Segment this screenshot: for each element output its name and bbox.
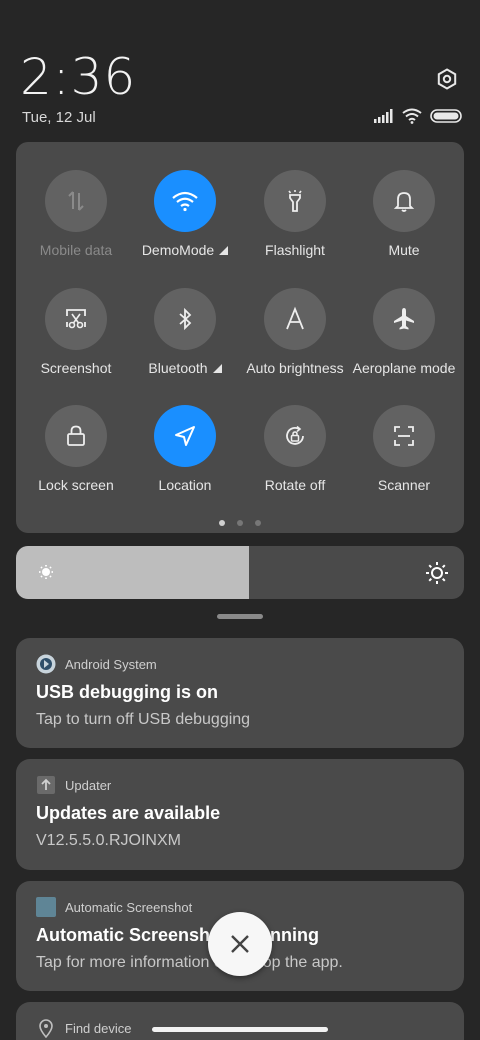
location-icon [175, 426, 195, 446]
close-icon [231, 935, 249, 953]
bell-icon [393, 192, 415, 212]
page-dot [255, 520, 261, 526]
wifi-icon [172, 191, 198, 212]
tile-mobile-data[interactable]: Mobile data [21, 170, 131, 258]
notification-usb-debugging[interactable]: Android System USB debugging is on Tap t… [16, 638, 464, 748]
tile-label: Flashlight [265, 242, 325, 258]
expand-icon [219, 245, 229, 255]
gear-icon [437, 68, 457, 90]
tile-location[interactable]: Location [130, 405, 240, 493]
rotate-lock-icon [286, 425, 304, 445]
expand-icon [212, 363, 222, 373]
tile-label: Mobile data [39, 242, 113, 258]
notification-app-name: Updater [65, 777, 112, 793]
battery-icon [430, 109, 462, 123]
notification-find-device[interactable]: Find device [16, 1002, 464, 1040]
tile-mute[interactable]: Mute [349, 170, 459, 258]
flashlight-icon [288, 190, 302, 212]
clock: 2:36 [20, 48, 137, 106]
tile-label: Mute [388, 242, 420, 258]
notification-text: Tap for more information or to stop the … [36, 954, 343, 971]
date: Tue, 12 Jul [22, 109, 96, 126]
tile-flashlight[interactable]: Flashlight [240, 170, 350, 258]
tile-auto-brightness[interactable]: Auto brightness [240, 288, 350, 376]
scanner-icon [394, 426, 414, 446]
signal-icon [374, 109, 393, 123]
notification-title: Automatic Screenshot is running [36, 925, 320, 945]
notification-app-name: Automatic Screenshot [65, 899, 193, 915]
tile-label: Rotate off [264, 477, 326, 493]
tile-lock-screen[interactable]: Lock screen [21, 405, 131, 493]
status-icons [374, 108, 462, 124]
notification-app-name: Android System [65, 656, 157, 672]
notification-text: Tap to turn off USB debugging [36, 711, 251, 728]
clear-all-button[interactable] [208, 912, 272, 976]
drag-handle[interactable] [217, 614, 263, 619]
settings-button[interactable] [432, 64, 462, 94]
tile-label: Lock screen [38, 477, 114, 493]
brightness-low-icon [39, 565, 53, 579]
brightness-slider[interactable] [16, 546, 464, 599]
home-indicator[interactable] [152, 1027, 328, 1032]
quick-settings-panel: Mobile data DemoMode Flashlight Mute Scr… [16, 142, 464, 533]
wifi-status-icon [402, 108, 422, 124]
android-system-icon [36, 654, 56, 674]
tile-screenshot[interactable]: Screenshot [21, 288, 131, 376]
updater-icon [37, 776, 55, 794]
page-dot-active [219, 520, 225, 526]
brightness-high-icon [426, 562, 448, 584]
tile-scanner[interactable]: Scanner [349, 405, 459, 493]
page-dot [237, 520, 243, 526]
auto-brightness-icon [286, 306, 304, 330]
tile-label: Aeroplane mode [352, 360, 456, 376]
notification-updater[interactable]: Updater Updates are available V12.5.5.0.… [16, 759, 464, 870]
tile-label: Screenshot [40, 360, 112, 376]
find-device-icon [39, 1019, 53, 1038]
tile-label: DemoMode [141, 242, 215, 258]
bluetooth-icon [179, 307, 192, 331]
auto-screenshot-icon [36, 897, 56, 917]
tile-label: Bluetooth [148, 360, 208, 376]
notification-title: Updates are available [36, 803, 221, 823]
tile-aeroplane[interactable]: Aeroplane mode [349, 288, 459, 376]
tile-label: Auto brightness [246, 360, 344, 376]
page-indicator [16, 520, 464, 526]
notification-text: V12.5.5.0.RJOINXM [36, 832, 181, 849]
notification-app-name: Find device [65, 1020, 132, 1036]
tile-rotate-off[interactable]: Rotate off [240, 405, 350, 493]
airplane-icon [394, 308, 414, 330]
tile-wifi[interactable]: DemoMode [130, 170, 240, 258]
lock-icon [67, 425, 85, 446]
notification-shade: 2:36 Tue, 12 Jul Mobile data DemoMode Fl… [0, 0, 480, 1040]
tile-bluetooth[interactable]: Bluetooth [130, 288, 240, 376]
tile-label: Location [158, 477, 212, 493]
screenshot-icon [66, 309, 86, 329]
tile-label: Scanner [377, 477, 431, 493]
notification-title: USB debugging is on [36, 682, 218, 702]
mobile-data-icon [68, 191, 84, 211]
